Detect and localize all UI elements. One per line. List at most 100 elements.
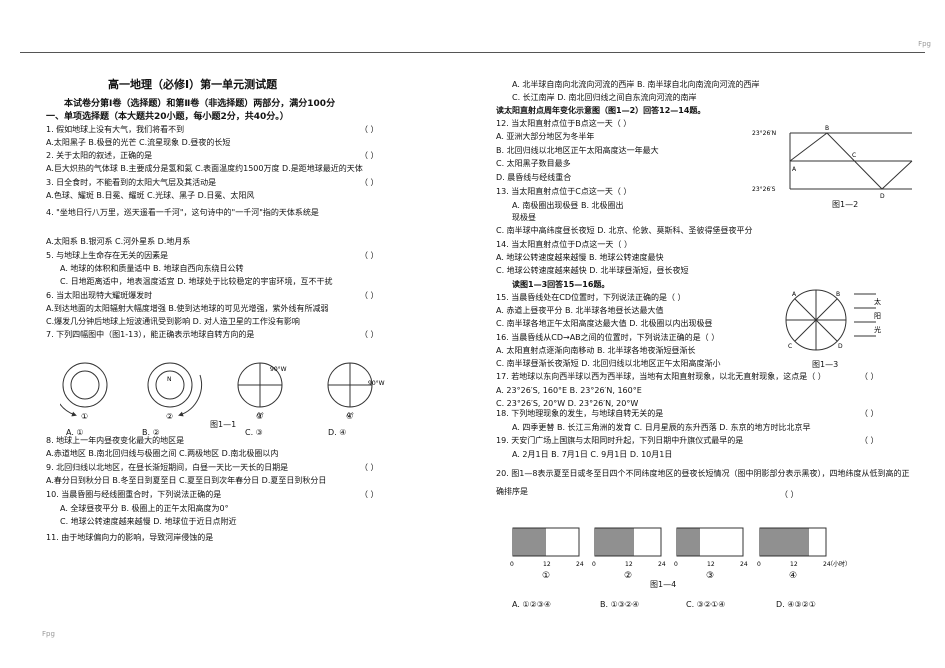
right-line-18: A. 赤道上昼夜平分 B. 北半球各地昼长达最大值 — [496, 306, 664, 315]
left-line-14: C.爆发几分钟后地球上短波通讯受到影响 D. 对人造卫星的工作没有影响 — [46, 317, 300, 326]
fig4-tick: 12 — [790, 561, 798, 568]
fig2-lat-s: 23°26′S — [752, 186, 776, 193]
fig4-tick: 12 — [625, 561, 633, 568]
left-line-17: A.赤道地区 B.南北回归线与极圈之间 C.两极地区 D.南北极圈以内 — [46, 449, 279, 458]
right-line-16: 读图1—3回答15—16题。 — [512, 280, 610, 289]
answer-bracket: （ ） — [360, 463, 379, 472]
left-line-7: 4. "坐地日行八万里，巡天遥看一千河"，这句诗中的"一千河"指的天体系统是 — [46, 208, 319, 217]
fig13-num-2: ② — [166, 412, 173, 421]
fig3-point-c: C — [788, 343, 792, 350]
fig4-unit: （小时） — [827, 560, 851, 568]
fig13-circle-3: 90°W 0° — [237, 362, 287, 419]
fig2-caption: 图1—2 — [832, 200, 859, 209]
page-title: 高一地理（必修Ⅰ）第一单元测试题 — [108, 78, 278, 91]
right-line-2: C. 长江南岸 D. 南北回归线之间自东流向河流的南岸 — [512, 93, 697, 102]
right-line-12: C. 南半球中高纬度昼长夜短 D. 北京、伦敦、莫斯科、圣彼得堡昼夜平分 — [496, 226, 753, 235]
left-line-10: A. 地球的体积和质量适中 B. 地球自西向东绕日公转 — [60, 264, 244, 273]
fig4-tick: 0 — [674, 561, 678, 568]
right-line-26: 18. 下列地理现象的发生，与地球自转无关的是 — [496, 409, 664, 418]
fig2-point-a: A — [792, 166, 797, 173]
fig4-tick: 0 — [510, 561, 514, 568]
answer-bracket: （ ） — [360, 178, 379, 187]
q20-option-d: D. ④③②① — [776, 600, 816, 609]
fig4-tick: 24 — [576, 561, 584, 568]
right-line-1: A. 北半球自南向北流向河流的西岸 B. 南半球自北向南流向河流的西岸 — [512, 80, 760, 89]
fig2-lat-n: 23°26′N — [752, 130, 776, 137]
fig3-point-b: B — [836, 291, 840, 298]
fig4-num-4: ④ — [789, 571, 797, 581]
fig2-point-d: D — [880, 193, 885, 200]
right-line-4: 12. 当太阳直射点位于B点这一天（ ） — [496, 119, 632, 128]
left-line-20: 10. 当晨昏圈与经线圈重合时，下列说法正确的是 — [46, 490, 222, 499]
answer-bracket: （ ） — [360, 251, 379, 260]
fig13-option-b: B. ② — [142, 428, 160, 437]
fig3-caption: 图1—3 — [812, 360, 839, 369]
right-line-24: A. 23°26′S, 160°E B. 23°26′N, 160°E — [496, 386, 642, 395]
fig4-tick: 12 — [707, 561, 715, 568]
fig13-option-a: A. ① — [66, 428, 84, 437]
fig4-tick: 0 — [592, 561, 596, 568]
fig13-num-1: ① — [81, 412, 88, 421]
fig13-num-3: ③ — [256, 412, 263, 421]
left-line-2: A.太阳黑子 B.极昼的光芒 C.流星现象 D.昼夜的长短 — [46, 138, 231, 147]
left-line-1: 1. 假如地球上没有大气，我们将看不到 — [46, 125, 185, 134]
answer-bracket: （ ） — [860, 409, 879, 418]
q20-option-a: A. ①②③④ — [512, 600, 552, 609]
left-line-13: A.到达地面的太阳辐射大幅度增强 B.使到达地球的可见光增强，紫外线有所减弱 — [46, 304, 329, 313]
answer-bracket: （ ） — [360, 151, 379, 160]
right-line-22: C. 南半球昼渐长夜渐短 D. 北回归线以北地区正午太阳高度渐小 — [496, 359, 721, 368]
figure-1-1: N 90°W 0° 0° 90°W ① ② ③ ④ — [60, 362, 385, 421]
left-line-4: A.巨大炽热的气体球 B.主要成分是氢和氦 C.表面温度约1500万度 D.是距… — [46, 164, 363, 173]
left-line-11: C. 日地距离适中，地表温度适宜 D. 地球处于比较稳定的宇宙环境，互不干扰 — [60, 277, 333, 286]
right-line-11: 现极昼 — [512, 213, 536, 222]
right-line-3: 读太阳直射点周年变化示意图（图1—2）回答12—14题。 — [496, 106, 706, 115]
left-line-21: A. 全球昼夜平分 B. 极圈上的正午太阳高度为0° — [60, 504, 229, 513]
header-rule — [20, 52, 925, 53]
q20-option-b: B. ①③②④ — [600, 600, 640, 609]
right-line-8: D. 晨昏线与经线重合 — [496, 173, 572, 182]
left-line-12: 6. 当太阳出现特大耀斑爆发时 — [46, 291, 153, 300]
right-line-15: C. 地球公转速度越来越快 D. 北半球昼渐短，昼长夜短 — [496, 266, 689, 275]
fig4-bar-4: 0 12 24④ — [757, 527, 831, 581]
fig3-point-d: D — [838, 343, 843, 350]
right-line-29: A. 2月1日 B. 7月1日 C. 9月1日 D. 10月1日 — [512, 450, 673, 459]
right-line-21: A. 太阳直射点逐渐向南移动 B. 北半球各地夜渐短昼渐长 — [496, 346, 696, 355]
fig2-point-c: C — [852, 152, 856, 159]
fig4-num-3: ③ — [706, 571, 714, 581]
left-line-5: 3. 日全食时，不能看到的太阳大气层及其活动是 — [46, 178, 217, 187]
answer-bracket: （ ） — [360, 490, 379, 499]
answer-bracket: （ ） — [360, 125, 379, 134]
q20-option-c: C. ③②①④ — [686, 600, 726, 609]
fig13-option-d: D. ④ — [328, 428, 347, 437]
answer-bracket: （ ） — [860, 372, 879, 381]
answer-bracket: （ ） — [360, 291, 379, 300]
right-line-23: 17. 若地球以东向西半球以西为西半球，当地有太阳直射现象，以北无直射现象，这点… — [496, 372, 826, 381]
fig4-tick: 12 — [543, 561, 551, 568]
fig4-tick: 24 — [740, 561, 748, 568]
left-line-15: 7. 下列四幅图中（图1-13），能正确表示地球自转方向的是 — [46, 330, 255, 339]
left-line-9: 5. 与地球上生命存在无关的因素是 — [46, 251, 169, 260]
fig3-sun-2: 阳 — [874, 311, 881, 320]
answer-bracket: （ ） — [780, 490, 799, 499]
fig4-bar-1: 0 12 24 ① — [510, 527, 584, 581]
right-line-20: 16. 当晨昏线从CD→AB之间的位置时，下列说法正确的是（ ） — [496, 333, 720, 342]
page-marker-top: Fpg — [918, 40, 931, 48]
right-line-28: 19. 天安门广场上国旗与太阳同时升起，下列日期中升旗仪式最早的是 — [496, 436, 744, 445]
fig13-option-c: C. ③ — [245, 428, 263, 437]
page-marker-bottom: Fpg — [42, 630, 55, 638]
fig13-num-4: ④ — [346, 412, 353, 421]
left-line-8: A.太阳系 B.银河系 C.河外星系 D.地月系 — [46, 237, 191, 246]
fig4-num-2: ② — [624, 571, 632, 581]
right-line-10: A. 南极圈出现极昼 B. 北极圈出 — [512, 201, 624, 210]
fig13-circle-1 — [60, 362, 108, 417]
fig4-bar-2: 0 12 24 ② — [592, 527, 666, 581]
fig13-text-90w-a: 90°W — [270, 366, 287, 373]
fig13-text-n: N — [167, 376, 172, 383]
left-line-19: A.春分日到秋分日 B.冬至日到夏至日 C.夏至日到次年春分日 D.夏至日到秋分… — [46, 476, 327, 485]
left-line-23: 11. 由于地球偏向力的影响，导致河岸侵蚀的是 — [46, 533, 214, 542]
right-line-5: A. 亚洲大部分地区为冬半年 — [496, 132, 595, 141]
section-heading: 一、单项选择题（本大题共20小题，每小题2分，共40分。） — [46, 112, 289, 122]
right-line-30: 20. 图1—8表示夏至日或冬至日四个不同纬度地区的昼夜长短情况（图中阴影部分表… — [496, 469, 910, 496]
fig13-caption: 图1—1 — [210, 420, 237, 429]
fig13-circle-4: 0° 90°W — [327, 362, 385, 419]
